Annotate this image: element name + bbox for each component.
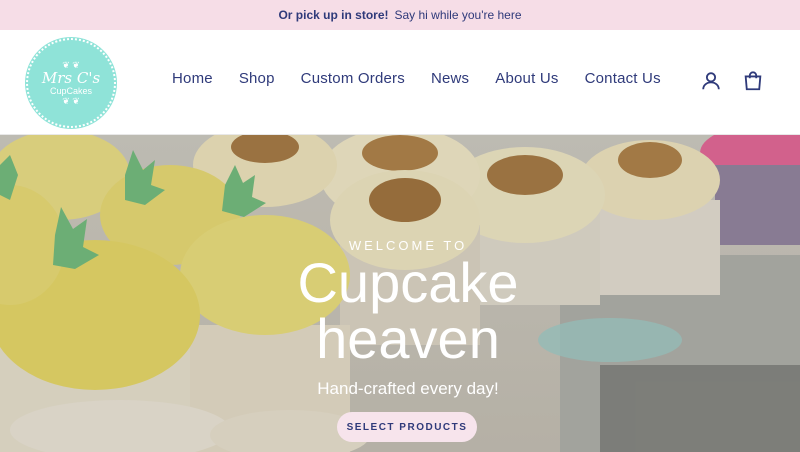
hero-title-line1: Cupcake	[297, 251, 519, 314]
announcement-bar: Or pick up in store! Say hi while you're…	[0, 0, 800, 30]
nav-about-us[interactable]: About Us	[495, 70, 558, 87]
main-nav: Home Shop Custom Orders News About Us Co…	[172, 70, 661, 87]
nav-home[interactable]: Home	[172, 70, 213, 87]
announcement-bold-text: Or pick up in store!	[278, 8, 389, 22]
leaf-ornament-icon: ❦ ❦	[62, 96, 80, 106]
hero-title-line2: heaven	[316, 307, 500, 370]
nav-custom-orders[interactable]: Custom Orders	[301, 70, 405, 87]
nav-shop[interactable]: Shop	[239, 70, 275, 87]
cart-icon[interactable]	[742, 70, 764, 92]
nav-news[interactable]: News	[431, 70, 469, 87]
user-icon[interactable]	[700, 70, 722, 92]
announcement-text: Say hi while you're here	[394, 8, 522, 22]
select-products-button[interactable]: Select products	[337, 412, 477, 442]
logo[interactable]: ❦ ❦ Mrs C's CupCakes ❦ ❦	[26, 38, 116, 128]
logo-subtitle: CupCakes	[49, 86, 93, 96]
hero-banner: WELCOME TO Cupcake heaven Hand-crafted e…	[0, 135, 800, 452]
nav-contact-us[interactable]: Contact Us	[585, 70, 661, 87]
hero-title: Cupcake heaven	[0, 255, 800, 367]
logo-title: Mrs C's	[41, 69, 101, 87]
hero-content: WELCOME TO Cupcake heaven Hand-crafted e…	[0, 135, 800, 452]
hero-tagline: Hand-crafted every day!	[317, 379, 499, 398]
site-header: ❦ ❦ Mrs C's CupCakes ❦ ❦ Home Shop Custo…	[0, 30, 800, 135]
